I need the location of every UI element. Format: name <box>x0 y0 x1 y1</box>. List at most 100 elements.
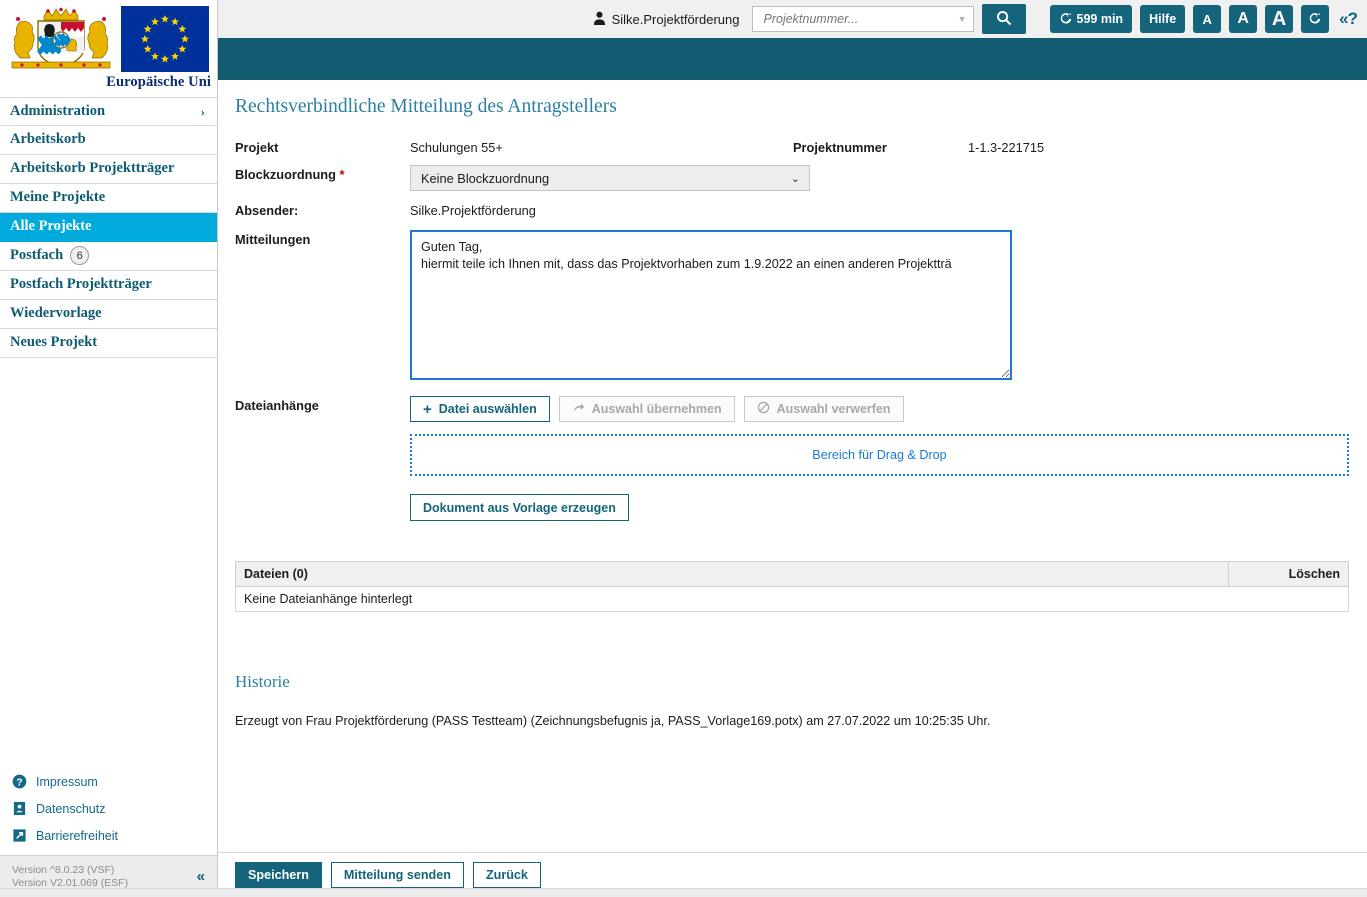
sidebar-item-label: Alle Projekte <box>10 218 92 234</box>
field-row-mitteilungen: Mitteilungen <box>235 230 1349 380</box>
top-bar: Silke.Projektförderung ▼ 599 min Hilfe A… <box>218 0 1367 38</box>
search-button[interactable] <box>981 4 1026 34</box>
page-title: Rechtsverbindliche Mitteilung des Antrag… <box>235 96 617 117</box>
help-toggle-icon[interactable]: «? <box>1337 9 1358 29</box>
files-table: Dateien (0) Löschen Keine Dateianhänge h… <box>235 561 1349 612</box>
field-row-dateianhaenge: Dateianhänge + Datei auswählen Auswahl ü… <box>235 396 1349 521</box>
font-size-small-label: A <box>1202 11 1212 27</box>
field-row-projekt: Projekt Schulungen 55+ <box>235 138 1349 155</box>
sidebar-item-label: Neues Projekt <box>10 334 98 350</box>
sidebar-item-label: Postfach Projektträger <box>10 276 152 292</box>
sidebar: Europäische Uni Administration › Arbeits… <box>0 0 218 897</box>
session-timer-button[interactable]: 599 min <box>1049 5 1133 33</box>
accessibility-arrow-icon <box>12 828 27 843</box>
chevron-down-icon[interactable]: ▼ <box>958 14 967 24</box>
history-entry: Erzeugt von Frau Projektförderung (PASS … <box>235 714 991 728</box>
version-line-1: Version ^8.0.23 (VSF) <box>12 863 115 876</box>
sidebar-item-label: Arbeitskorb Projektträger <box>10 160 175 176</box>
blockzuordnung-selected-value: Keine Blockzuordnung <box>421 170 550 186</box>
required-marker: * <box>339 167 345 182</box>
choose-file-label: Datei auswählen <box>438 402 537 416</box>
sidebar-item-label: Wiedervorlage <box>10 305 102 321</box>
sidebar-item-postfach[interactable]: Postfach 6 <box>0 242 217 271</box>
project-number-combobox[interactable]: ▼ <box>751 6 974 32</box>
link-datenschutz[interactable]: Datenschutz <box>0 795 217 822</box>
help-label: Hilfe <box>1149 12 1177 26</box>
field-row-blockzuordnung: Blockzuordnung * Keine Blockzuordnung ⌄ <box>235 165 1349 191</box>
reload-button[interactable] <box>1301 5 1330 33</box>
save-button[interactable]: Speichern <box>235 862 322 888</box>
question-circle-icon: ? <box>12 774 27 789</box>
sidebar-item-administration[interactable]: Administration › <box>0 97 217 126</box>
column-header-delete: Löschen <box>1228 561 1349 587</box>
absender-value: Silke.Projektförderung <box>410 203 536 218</box>
link-label: Impressum <box>36 774 98 789</box>
sidebar-item-label: Postfach <box>10 247 64 263</box>
sidebar-item-arbeitskorb-projekttraeger[interactable]: Arbeitskorb Projektträger <box>0 155 217 184</box>
table-header-row: Dateien (0) Löschen <box>235 561 1349 587</box>
apply-selection-button[interactable]: Auswahl übernehmen <box>558 396 735 422</box>
eu-flag-icon <box>121 6 209 72</box>
sidebar-item-label: Meine Projekte <box>10 189 106 205</box>
field-row-absender: Absender: Silke.Projektförderung <box>235 201 1349 218</box>
discard-selection-label: Auswahl verwerfen <box>776 402 891 416</box>
sidebar-item-alle-projekte[interactable]: Alle Projekte <box>0 213 217 242</box>
sidebar-item-meine-projekte[interactable]: Meine Projekte <box>0 184 217 213</box>
blockzuordnung-label-text: Blockzuordnung <box>235 167 336 182</box>
back-button[interactable]: Zurück <box>472 862 541 888</box>
search-input[interactable] <box>761 11 954 27</box>
reload-icon <box>1308 11 1322 28</box>
teal-banner <box>218 38 1367 80</box>
main-content: Rechtsverbindliche Mitteilung des Antrag… <box>218 80 1367 852</box>
privacy-document-icon <box>12 801 27 816</box>
font-size-medium-label: A <box>1237 10 1249 27</box>
sidebar-item-neues-projekt[interactable]: Neues Projekt <box>0 329 217 358</box>
font-size-large-label: A <box>1271 7 1287 30</box>
create-document-from-template-button[interactable]: Dokument aus Vorlage erzeugen <box>410 494 629 521</box>
link-barrierefreiheit[interactable]: Barrierefreiheit <box>0 822 217 849</box>
postfach-count-badge: 6 <box>70 246 90 265</box>
refresh-icon <box>1059 11 1073 28</box>
discard-selection-button[interactable]: Auswahl verwerfen <box>743 396 904 422</box>
bavaria-coat-of-arms-icon <box>8 6 111 72</box>
drag-and-drop-zone[interactable]: Bereich für Drag & Drop <box>410 434 1349 476</box>
sidebar-item-label: Administration <box>10 102 106 119</box>
projekt-label: Projekt <box>235 140 279 155</box>
choose-file-button[interactable]: + Datei auswählen <box>410 396 550 422</box>
font-size-medium-button[interactable]: A <box>1229 5 1258 33</box>
link-label: Datenschutz <box>36 801 106 816</box>
sidebar-item-label: Arbeitskorb <box>10 131 86 147</box>
dropzone-label: Bereich für Drag & Drop <box>812 448 947 462</box>
logo-row <box>0 0 217 72</box>
collapse-sidebar-icon[interactable]: « <box>197 868 205 885</box>
sidebar-item-arbeitskorb[interactable]: Arbeitskorb <box>0 126 217 155</box>
current-user: Silke.Projektförderung <box>593 11 740 28</box>
svg-text:?: ? <box>16 777 22 788</box>
send-message-button[interactable]: Mitteilung senden <box>330 862 464 888</box>
version-text: Version ^8.0.23 (VSF) Version V2.01.069 … <box>12 864 128 890</box>
blockzuordnung-select[interactable]: Keine Blockzuordnung ⌄ <box>410 165 810 191</box>
chevron-down-icon: ⌄ <box>790 172 800 185</box>
plus-icon: + <box>423 400 432 418</box>
chevron-right-icon: › <box>200 103 205 119</box>
template-button-label: Dokument aus Vorlage erzeugen <box>423 500 616 515</box>
user-avatar-icon <box>593 11 606 28</box>
link-label: Barrierefreiheit <box>36 828 118 843</box>
block-circle-icon <box>757 401 770 417</box>
projekt-value: Schulungen 55+ <box>410 140 503 155</box>
help-button[interactable]: Hilfe <box>1140 5 1186 33</box>
apply-selection-label: Auswahl übernehmen <box>591 402 722 416</box>
user-name: Silke.Projektförderung <box>611 11 740 27</box>
font-size-large-button[interactable]: A <box>1265 5 1294 33</box>
blockzuordnung-label: Blockzuordnung * <box>235 165 410 182</box>
mitteilungen-textarea[interactable] <box>410 230 1012 380</box>
link-impressum[interactable]: ? Impressum <box>0 768 217 795</box>
font-size-small-button[interactable]: A <box>1193 5 1222 33</box>
sidebar-footer-links: ? Impressum Datenschutz Barrierefreiheit <box>0 768 217 855</box>
column-header-files: Dateien (0) <box>235 561 1229 587</box>
sidebar-item-postfach-projekttraeger[interactable]: Postfach Projektträger <box>0 271 217 300</box>
sidebar-item-wiedervorlage[interactable]: Wiedervorlage <box>0 300 217 329</box>
files-empty-message: Keine Dateianhänge hinterlegt <box>235 586 1349 612</box>
footer-strip <box>0 888 1367 897</box>
absender-label: Absender: <box>235 203 299 218</box>
